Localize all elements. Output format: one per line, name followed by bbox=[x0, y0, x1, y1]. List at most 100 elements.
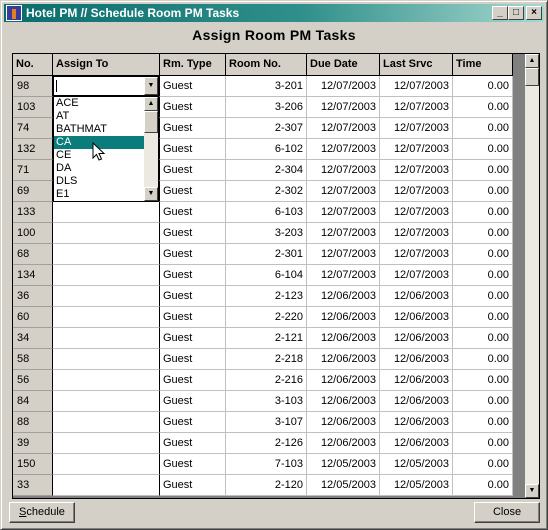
table-row[interactable]: 33 Guest 2-120 12/05/2003 12/05/2003 0.00 bbox=[13, 475, 513, 496]
dropdown-option[interactable]: AT bbox=[54, 110, 146, 123]
cell-room-no: 2-307 bbox=[226, 118, 307, 139]
table-row[interactable]: 150 Guest 7-103 12/05/2003 12/05/2003 0.00 bbox=[13, 454, 513, 475]
cell-no: 58 bbox=[13, 349, 53, 370]
cell-last-service: 12/06/2003 bbox=[380, 412, 453, 433]
cell-due-date: 12/07/2003 bbox=[307, 265, 380, 286]
table-row[interactable]: 56 Guest 2-216 12/06/2003 12/06/2003 0.00 bbox=[13, 370, 513, 391]
cell-due-date: 12/05/2003 bbox=[307, 475, 380, 496]
close-window-button[interactable]: × bbox=[526, 6, 542, 20]
grid-vertical-scrollbar[interactable]: ▲ ▼ bbox=[525, 54, 539, 498]
column-header-time[interactable]: Time bbox=[453, 54, 513, 75]
assign-to-dropdown-list[interactable]: ACE AT BATHMAT CA CE DA DLS E1 ▲ ▼ bbox=[53, 96, 159, 202]
cell-room-no: 3-203 bbox=[226, 223, 307, 244]
dropdown-scroll-down-button[interactable]: ▼ bbox=[144, 187, 158, 201]
cell-due-date: 12/06/2003 bbox=[307, 433, 380, 454]
title-bar[interactable]: Hotel PM // Schedule Room PM Tasks _ □ × bbox=[4, 4, 544, 22]
cell-room-type: Guest bbox=[160, 391, 226, 412]
dropdown-option[interactable]: E1 bbox=[54, 188, 146, 201]
cell-assign-to[interactable] bbox=[53, 223, 160, 244]
dropdown-scrollbar[interactable]: ▲ ▼ bbox=[144, 97, 158, 201]
cell-due-date: 12/06/2003 bbox=[307, 307, 380, 328]
grid-scroll-down-button[interactable]: ▼ bbox=[525, 484, 539, 498]
cell-assign-to[interactable] bbox=[53, 433, 160, 454]
table-row[interactable]: 68 Guest 2-301 12/07/2003 12/07/2003 0.00 bbox=[13, 244, 513, 265]
table-row[interactable]: 100 Guest 3-203 12/07/2003 12/07/2003 0.00 bbox=[13, 223, 513, 244]
cell-assign-to[interactable] bbox=[53, 475, 160, 496]
text-caret bbox=[56, 80, 57, 92]
table-row[interactable]: 133 Guest 6-103 12/07/2003 12/07/2003 0.00 bbox=[13, 202, 513, 223]
pm-tasks-grid[interactable]: No. Assign To Rm. Type Room No. Due Date… bbox=[12, 53, 540, 499]
cell-assign-to[interactable] bbox=[53, 349, 160, 370]
close-button[interactable]: Close bbox=[474, 502, 540, 523]
grid-scroll-thumb[interactable] bbox=[525, 68, 539, 86]
cell-time: 0.00 bbox=[453, 454, 513, 475]
dropdown-option[interactable]: DLS bbox=[54, 175, 146, 188]
cell-assign-to[interactable] bbox=[53, 265, 160, 286]
cell-assign-to[interactable] bbox=[53, 391, 160, 412]
cell-due-date: 12/06/2003 bbox=[307, 349, 380, 370]
cell-due-date: 12/07/2003 bbox=[307, 76, 380, 97]
cell-last-service: 12/06/2003 bbox=[380, 370, 453, 391]
minimize-button[interactable]: _ bbox=[492, 6, 508, 20]
table-row[interactable]: 60 Guest 2-220 12/06/2003 12/06/2003 0.00 bbox=[13, 307, 513, 328]
cell-assign-to[interactable] bbox=[53, 202, 160, 223]
cell-room-no: 6-103 bbox=[226, 202, 307, 223]
grid-scroll-up-button[interactable]: ▲ bbox=[525, 54, 539, 68]
cell-no: 132 bbox=[13, 139, 53, 160]
cell-room-no: 2-302 bbox=[226, 181, 307, 202]
cell-due-date: 12/06/2003 bbox=[307, 412, 380, 433]
table-row[interactable]: 88 Guest 3-107 12/06/2003 12/06/2003 0.00 bbox=[13, 412, 513, 433]
table-row[interactable]: 134 Guest 6-104 12/07/2003 12/07/2003 0.00 bbox=[13, 265, 513, 286]
dropdown-option[interactable]: DA bbox=[54, 162, 146, 175]
cell-time: 0.00 bbox=[453, 391, 513, 412]
cell-no: 134 bbox=[13, 265, 53, 286]
cell-due-date: 12/07/2003 bbox=[307, 139, 380, 160]
cell-time: 0.00 bbox=[453, 412, 513, 433]
cell-assign-to[interactable] bbox=[53, 370, 160, 391]
maximize-button[interactable]: □ bbox=[508, 6, 524, 20]
column-header-room-type[interactable]: Rm. Type bbox=[160, 54, 226, 75]
table-row[interactable]: 84 Guest 3-103 12/06/2003 12/06/2003 0.00 bbox=[13, 391, 513, 412]
table-row[interactable]: 39 Guest 2-126 12/06/2003 12/06/2003 0.00 bbox=[13, 433, 513, 454]
cell-last-service: 12/06/2003 bbox=[380, 328, 453, 349]
cell-room-no: 3-206 bbox=[226, 97, 307, 118]
grid-header: No. Assign To Rm. Type Room No. Due Date… bbox=[13, 54, 513, 76]
cell-assign-to[interactable] bbox=[53, 286, 160, 307]
cell-room-type: Guest bbox=[160, 433, 226, 454]
cell-room-no: 2-216 bbox=[226, 370, 307, 391]
table-row[interactable]: 34 Guest 2-121 12/06/2003 12/06/2003 0.00 bbox=[13, 328, 513, 349]
cell-room-no: 2-123 bbox=[226, 286, 307, 307]
cell-time: 0.00 bbox=[453, 139, 513, 160]
dropdown-option[interactable]: ACE bbox=[54, 97, 146, 110]
window-title: Hotel PM // Schedule Room PM Tasks bbox=[26, 6, 240, 20]
column-header-assign-to[interactable]: Assign To bbox=[53, 54, 160, 75]
cell-due-date: 12/06/2003 bbox=[307, 370, 380, 391]
column-header-last-service[interactable]: Last Srvc bbox=[380, 54, 453, 75]
cell-assign-to[interactable] bbox=[53, 244, 160, 265]
table-row[interactable]: 36 Guest 2-123 12/06/2003 12/06/2003 0.00 bbox=[13, 286, 513, 307]
cell-no: 39 bbox=[13, 433, 53, 454]
column-header-no[interactable]: No. bbox=[13, 54, 53, 75]
dropdown-option[interactable]: BATHMAT bbox=[54, 123, 146, 136]
cell-room-type: Guest bbox=[160, 160, 226, 181]
dropdown-scroll-thumb[interactable] bbox=[144, 111, 158, 133]
assign-to-combobox[interactable]: ▼ bbox=[53, 76, 159, 96]
schedule-button[interactable]: Schedule bbox=[9, 502, 75, 523]
combobox-dropdown-button[interactable]: ▼ bbox=[144, 77, 158, 95]
cell-time: 0.00 bbox=[453, 349, 513, 370]
cell-room-type: Guest bbox=[160, 370, 226, 391]
cell-assign-to[interactable] bbox=[53, 412, 160, 433]
cell-room-type: Guest bbox=[160, 475, 226, 496]
cell-room-type: Guest bbox=[160, 139, 226, 160]
column-header-room-no[interactable]: Room No. bbox=[226, 54, 307, 75]
cell-assign-to[interactable] bbox=[53, 454, 160, 475]
cell-room-type: Guest bbox=[160, 328, 226, 349]
cell-room-type: Guest bbox=[160, 181, 226, 202]
cell-assign-to[interactable] bbox=[53, 307, 160, 328]
table-row[interactable]: 58 Guest 2-218 12/06/2003 12/06/2003 0.00 bbox=[13, 349, 513, 370]
cell-assign-to[interactable] bbox=[53, 328, 160, 349]
column-header-due-date[interactable]: Due Date bbox=[307, 54, 380, 75]
app-icon[interactable] bbox=[6, 5, 22, 21]
dropdown-scroll-up-button[interactable]: ▲ bbox=[144, 97, 158, 111]
cell-last-service: 12/05/2003 bbox=[380, 454, 453, 475]
